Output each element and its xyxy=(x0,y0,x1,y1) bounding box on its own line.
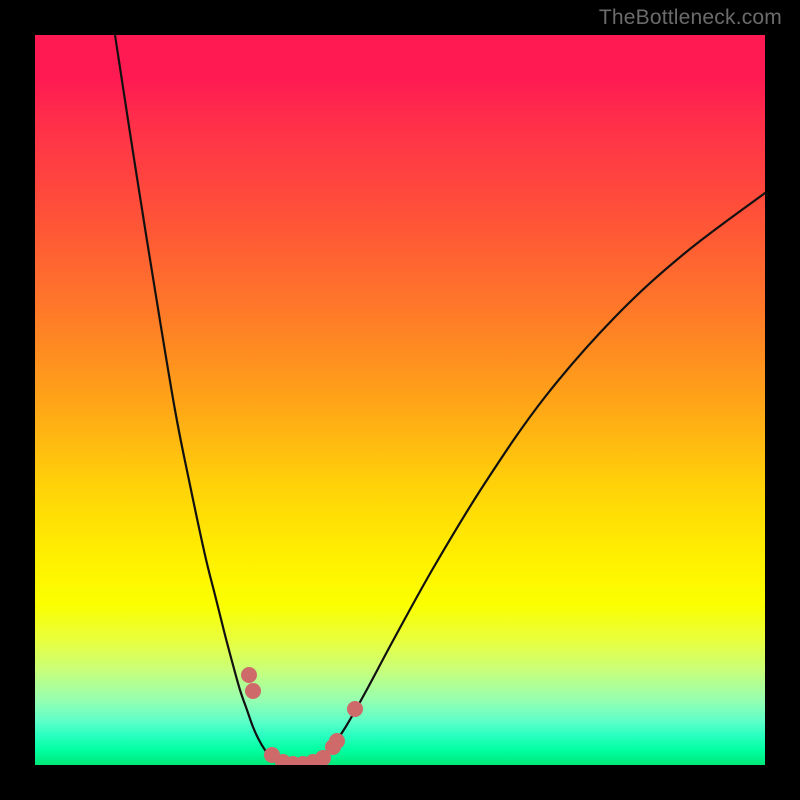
watermark-text: TheBottleneck.com xyxy=(599,6,782,30)
curve-overlay xyxy=(35,35,765,765)
data-point-marker xyxy=(245,683,261,699)
chart-frame: TheBottleneck.com xyxy=(0,0,800,800)
bottleneck-right-curve xyxy=(320,193,765,761)
data-markers xyxy=(241,667,363,765)
data-point-marker xyxy=(347,701,363,717)
data-point-marker xyxy=(329,733,345,749)
plot-area xyxy=(35,35,765,765)
bottleneck-left-curve xyxy=(115,35,280,761)
data-point-marker xyxy=(241,667,257,683)
